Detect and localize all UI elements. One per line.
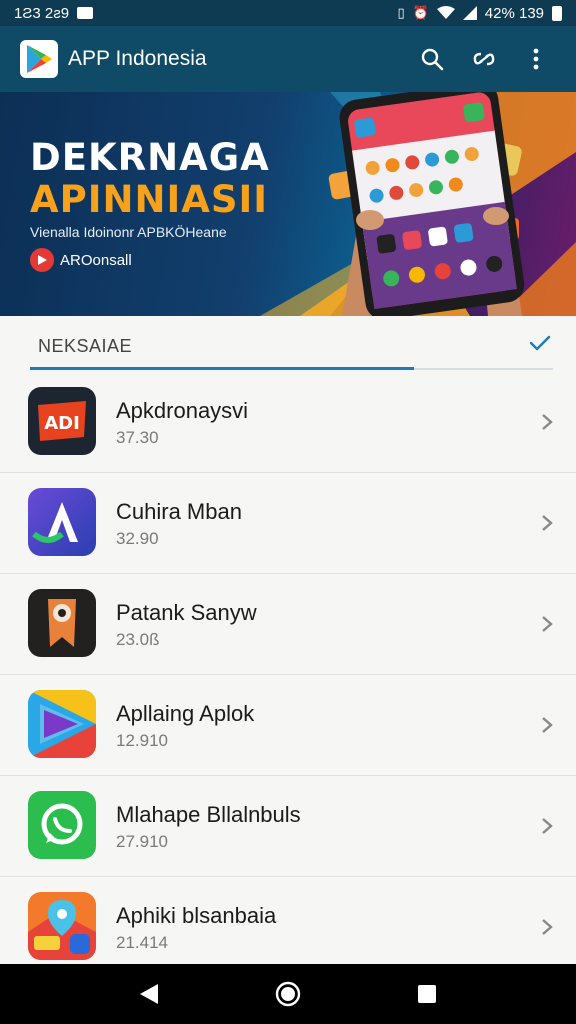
section-header: NEKSAIAE <box>0 316 576 372</box>
play-arrow-app-icon <box>28 690 96 758</box>
check-icon[interactable] <box>528 334 552 354</box>
mascot-app-icon <box>28 589 96 657</box>
map-app-icon <box>28 892 96 960</box>
status-left: 1Ƨ3 2ƨ9 <box>14 4 94 22</box>
chevron-right-icon <box>542 818 553 834</box>
search-icon[interactable] <box>412 39 452 79</box>
section-title: NEKSAIAE <box>38 336 133 356</box>
back-icon[interactable] <box>129 974 169 1014</box>
app-meta: 32.90 <box>116 529 159 548</box>
app-meta: 12.910 <box>116 731 168 750</box>
list-item[interactable]: Cuhira Mban 32.90 <box>0 473 576 574</box>
promo-banner[interactable]: DEKRNAGA APINNIASII Vienalla Idoinonr AP… <box>0 92 576 316</box>
wifi-icon <box>436 6 455 19</box>
apkd-app-icon: ADI <box>28 387 96 455</box>
a-letter-app-icon <box>28 488 96 556</box>
list-item[interactable]: ADI Apkdronaysvi 37.30 <box>0 372 576 473</box>
app-bar: APP Indonesia <box>0 26 576 92</box>
chevron-right-icon <box>542 919 553 935</box>
app-name: Mlahape Bllalnbuls <box>116 802 301 827</box>
chevron-right-icon <box>542 515 553 531</box>
app-name: Patank Sanyw <box>116 600 257 625</box>
battery-icon <box>552 5 562 21</box>
link-icon[interactable] <box>464 39 504 79</box>
svg-text:ADI: ADI <box>44 413 80 434</box>
recents-icon[interactable] <box>407 974 447 1014</box>
status-bar: 1Ƨ3 2ƨ9 ▯ ⏰ 42% 139 <box>0 0 576 26</box>
vibrate-icon: ▯ <box>397 5 405 20</box>
banner-subtitle: Vienalla Idoinonr APBKÖHeane <box>30 224 227 240</box>
list-item[interactable]: Mlahape Bllalnbuls 27.910 <box>0 776 576 877</box>
app-name: Aphiki blsanbaia <box>116 903 277 928</box>
banner-brand-label: AROonsall <box>60 251 132 269</box>
chevron-right-icon <box>542 616 553 632</box>
banner-title-line1: DEKRNAGA <box>30 136 270 179</box>
chevron-right-icon <box>542 717 553 733</box>
status-right: ▯ ⏰ 42% 139 <box>397 5 562 22</box>
more-vert-icon[interactable] <box>516 39 556 79</box>
list-item[interactable]: Apllaing Aplok 12.910 <box>0 675 576 776</box>
app-name: Apllaing Aplok <box>116 701 255 726</box>
banner-title-line2: APINNIASII <box>30 178 269 221</box>
app-name: Cuhira Mban <box>116 499 242 524</box>
app-meta: 27.910 <box>116 832 168 851</box>
notification-icon <box>77 7 94 19</box>
system-nav-bar <box>0 964 576 1024</box>
banner-brand: AROonsall <box>30 248 132 272</box>
list-item[interactable]: Aphiki blsanbaia 21.414 <box>0 877 576 978</box>
list-item[interactable]: Patank Sanyw 23.0ß <box>0 574 576 675</box>
app-name: Apkdronaysvi <box>116 398 249 423</box>
brand-play-icon <box>30 248 54 272</box>
home-icon[interactable] <box>268 974 308 1014</box>
chat-bubble-app-icon <box>28 791 96 859</box>
app-meta: 21.414 <box>116 933 168 952</box>
status-time: 1Ƨ3 2ƨ9 <box>14 4 70 22</box>
app-title: APP Indonesia <box>68 47 207 70</box>
section-active-indicator <box>30 367 414 370</box>
status-battery-time: 42% 139 <box>484 4 544 22</box>
alarm-icon: ⏰ <box>412 5 429 20</box>
app-meta: 23.0ß <box>116 630 160 649</box>
signal-icon <box>462 6 477 20</box>
app-list: ADI Apkdronaysvi 37.30 Cuhira Mban 32.90 <box>0 372 576 978</box>
chevron-right-icon <box>542 414 553 430</box>
play-logo-icon[interactable] <box>20 40 58 78</box>
app-meta: 37.30 <box>116 428 159 447</box>
